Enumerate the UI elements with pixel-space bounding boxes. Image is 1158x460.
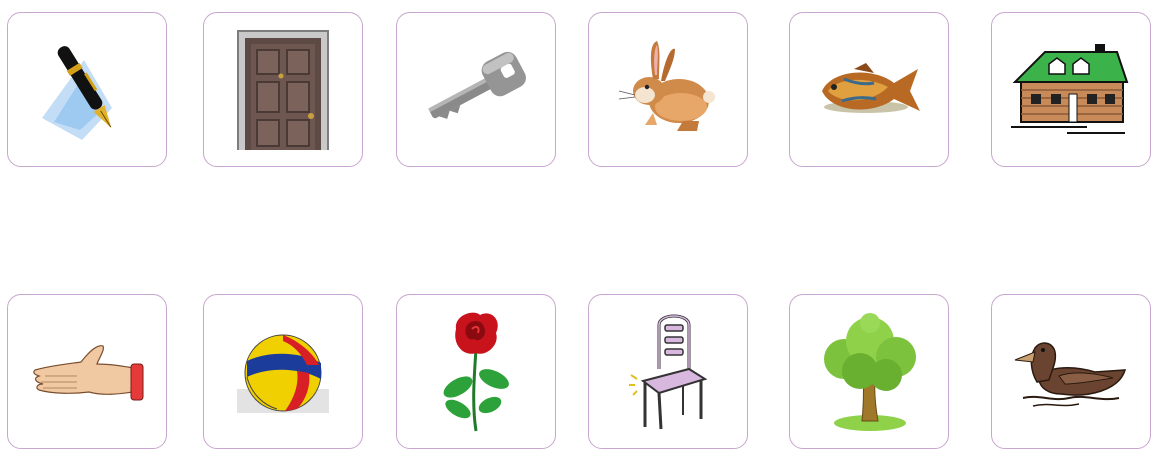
rabbit-icon [618,40,715,131]
hand-icon [33,344,144,400]
picture-card-chair[interactable] [588,294,748,449]
chair-icon [629,314,708,430]
picture-card-fish[interactable] [789,12,949,167]
key-icon [428,51,526,119]
picture-card-door[interactable] [203,12,363,167]
rose-icon [443,312,509,432]
picture-card-rabbit[interactable] [588,12,748,167]
duck-icon [1014,341,1126,407]
tree-icon [824,313,916,431]
picture-card-rose[interactable] [396,294,556,449]
picture-card-hand[interactable] [7,294,167,449]
pen-icon [42,45,112,140]
picture-card-key[interactable] [396,12,556,167]
door-icon [237,29,329,150]
house-icon [1011,43,1129,134]
picture-card-tree[interactable] [789,294,949,449]
picture-card-house[interactable] [991,12,1151,167]
ball-icon [237,334,329,413]
picture-card-pen[interactable] [7,12,167,167]
picture-card-duck[interactable] [991,294,1151,449]
picture-card-ball[interactable] [203,294,363,449]
fish-icon [822,62,920,113]
